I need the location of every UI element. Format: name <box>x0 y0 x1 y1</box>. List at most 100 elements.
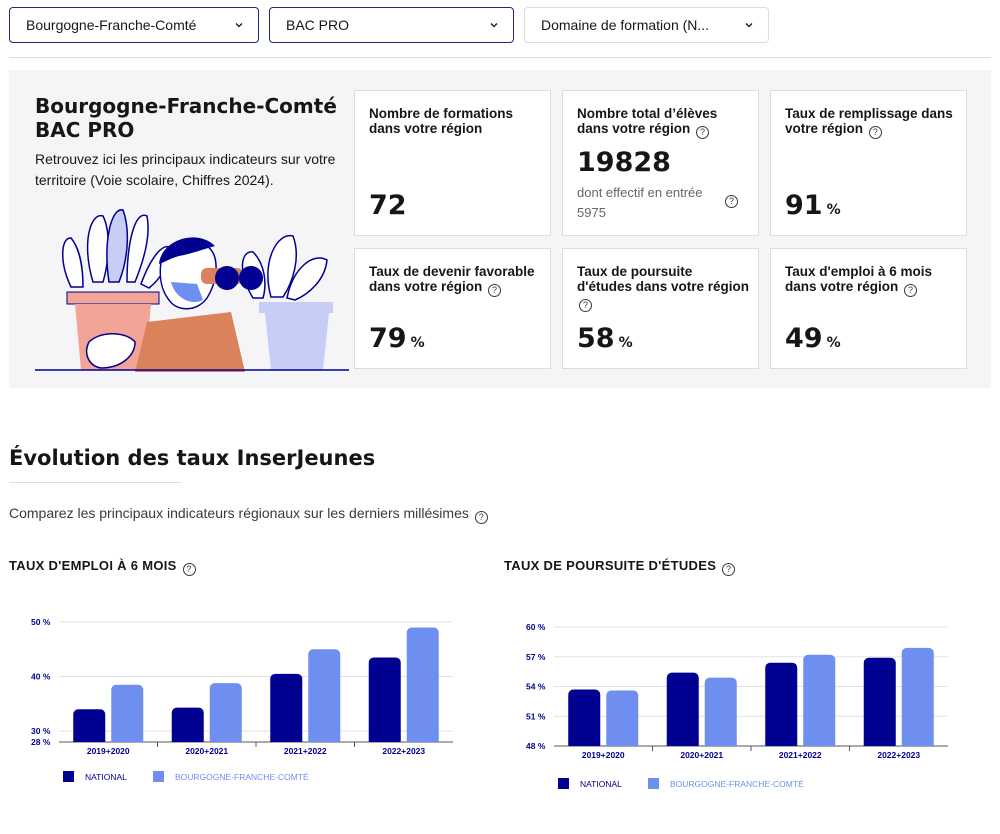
bar-region[interactable] <box>901 647 934 746</box>
help-icon[interactable]: ? <box>474 511 488 524</box>
summary-title-diploma: BAC PRO <box>35 118 135 142</box>
x-tick-label: 2019+2020 <box>87 746 130 756</box>
y-tick-label: 57 % <box>526 652 546 662</box>
x-tick-label: 2020+2021 <box>185 746 228 756</box>
legend-label: BOURGOGNE-FRANCHE-COMTÉ <box>670 779 804 789</box>
section-title-underline <box>9 482 181 483</box>
help-icon[interactable]: ? <box>904 284 918 297</box>
chart-emploi-title: TAUX D'EMPLOI À 6 MOIS ? <box>9 558 196 576</box>
summary-title: Bourgogne-Franche-Comté BAC PRO <box>35 94 337 142</box>
help-icon[interactable]: ? <box>488 284 502 297</box>
card-eleves-sub: dont effectif en entrée 5975 <box>577 185 703 220</box>
chevron-down-icon <box>745 23 753 28</box>
help-icon[interactable]: ? <box>722 563 736 576</box>
summary-panel: Bourgogne-Franche-Comté BAC PRO Retrouve… <box>9 70 991 388</box>
bar-national[interactable] <box>368 657 401 742</box>
bar-base <box>901 741 934 746</box>
section-title: Évolution des taux InserJeunes <box>9 446 376 470</box>
card-formations: Nombre de formations dans votre région 7… <box>354 90 551 236</box>
binoculars-person-illustration <box>35 209 349 372</box>
bar-base <box>308 737 341 742</box>
card-poursuite: Taux de poursuite d'études dans votre ré… <box>562 248 759 369</box>
bar-region[interactable] <box>111 684 144 742</box>
card-devenir-value: 79% <box>369 323 425 354</box>
bar-base <box>666 741 699 746</box>
bar-base <box>568 741 601 746</box>
chart-poursuite: 48 % 51 % 54 % 57 % 60 % 2019+2020 2020+2021 20… <box>526 622 948 789</box>
bar-base <box>606 741 639 746</box>
legend-swatch <box>153 771 164 782</box>
x-tick-label: 2022+2023 <box>382 746 425 756</box>
domain-select-value: Domaine de formation (N... <box>541 17 710 33</box>
y-tick-label: 40 % <box>31 672 51 682</box>
bar-region[interactable] <box>308 649 341 742</box>
diploma-select-value: BAC PRO <box>286 17 350 33</box>
card-formations-label: Nombre de formations dans votre région <box>369 106 514 136</box>
section-description: Comparez les principaux indicateurs régi… <box>9 505 488 524</box>
legend-swatch <box>558 778 569 789</box>
y-tick-label: 48 % <box>526 741 546 751</box>
bar-base <box>111 737 144 742</box>
help-icon[interactable]: ? <box>182 563 196 576</box>
legend-label: NATIONAL <box>85 772 127 782</box>
y-tick-label: 60 % <box>526 622 546 632</box>
bar-base <box>73 737 106 742</box>
bar-base <box>704 741 737 746</box>
bar-national[interactable] <box>270 673 303 742</box>
y-tick-label: 28 % <box>31 737 51 747</box>
x-tick-label: 2020+2021 <box>680 750 723 760</box>
bar-national[interactable] <box>863 657 896 746</box>
help-icon[interactable]: ? <box>579 299 592 312</box>
bar-base <box>171 737 204 742</box>
y-tick-label: 54 % <box>526 682 546 692</box>
card-remplissage: Taux de remplissage dans votre région ? … <box>770 90 967 236</box>
help-icon[interactable]: ? <box>868 126 882 139</box>
card-poursuite-label: Taux de poursuite d'études dans votre ré… <box>577 264 749 312</box>
help-icon[interactable]: ? <box>696 126 710 139</box>
legend-swatch <box>648 778 659 789</box>
bar-base <box>803 741 836 746</box>
summary-title-region: Bourgogne-Franche-Comté <box>35 94 337 118</box>
card-eleves: Nombre total d’élèves dans votre région … <box>562 90 759 236</box>
x-tick-label: 2022+2023 <box>877 750 920 760</box>
filters-divider <box>9 57 991 58</box>
domain-select[interactable]: Domaine de formation (N... <box>524 7 769 43</box>
bar-region[interactable] <box>704 677 737 746</box>
card-eleves-value: 19828 <box>577 147 671 178</box>
y-tick-label: 50 % <box>31 617 51 627</box>
bar-national[interactable] <box>568 689 601 746</box>
bar-region[interactable] <box>406 627 439 742</box>
bar-national[interactable] <box>765 662 798 746</box>
bar-region[interactable] <box>606 690 639 746</box>
bar-national[interactable] <box>171 707 204 742</box>
card-emploi-value: 49% <box>785 323 841 354</box>
bar-base <box>406 737 439 742</box>
y-tick-label: 51 % <box>526 711 546 721</box>
filter-bar: Bourgogne-Franche-Comté BAC PRO Domaine … <box>9 7 769 43</box>
card-devenir: Taux de devenir favorable dans votre rég… <box>354 248 551 369</box>
bar-region[interactable] <box>209 683 242 742</box>
card-eleves-label: Nombre total d’élèves dans votre région … <box>577 106 718 139</box>
chevron-down-icon <box>490 23 498 28</box>
region-select[interactable]: Bourgogne-Franche-Comté <box>9 7 259 43</box>
legend-label: BOURGOGNE-FRANCHE-COMTÉ <box>175 772 309 782</box>
bar-base <box>270 737 303 742</box>
x-tick-label: 2021+2022 <box>284 746 327 756</box>
bar-base <box>863 741 896 746</box>
y-tick-label: 30 % <box>31 726 51 736</box>
bar-national[interactable] <box>666 672 699 746</box>
card-remplissage-label: Taux de remplissage dans votre région ? <box>785 106 953 139</box>
bar-region[interactable] <box>803 654 836 746</box>
chart-emploi: 28 %30 % 40 % 50 % 2019+2020 2020+2021 2021+2… <box>31 617 453 782</box>
x-tick-label: 2021+2022 <box>779 750 822 760</box>
legend-swatch <box>63 771 74 782</box>
card-remplissage-value: 91% <box>785 190 841 221</box>
bar-base <box>368 737 401 742</box>
chart-poursuite-title: TAUX DE POURSUITE D'ÉTUDES ? <box>504 558 736 576</box>
diploma-select[interactable]: BAC PRO <box>269 7 514 43</box>
summary-description: Retrouvez ici les principaux indicateurs… <box>35 151 336 188</box>
legend-label: NATIONAL <box>580 779 622 789</box>
help-icon[interactable]: ? <box>725 195 738 208</box>
bar-base <box>209 737 242 742</box>
card-emploi: Taux d'emploi à 6 mois dans votre région… <box>770 248 967 369</box>
